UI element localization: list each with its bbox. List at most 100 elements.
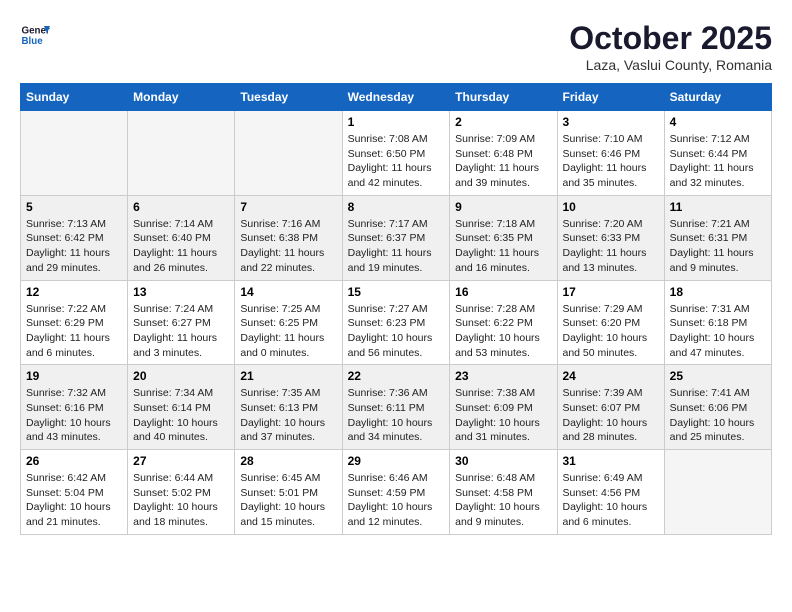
calendar-day-cell: 15 Sunrise: 7:27 AMSunset: 6:23 PMDayligh…: [342, 280, 450, 365]
day-info: Sunrise: 7:27 AMSunset: 6:23 PMDaylight:…: [348, 302, 445, 361]
calendar-week-row: 26 Sunrise: 6:42 AMSunset: 5:04 PMDayligh…: [21, 450, 772, 535]
day-number: 15: [348, 285, 445, 299]
calendar-day-cell: 25Sunrise: 7:41 AMSunset: 6:06 PMDayligh…: [664, 365, 771, 450]
day-info: Sunrise: 7:12 AMSunset: 6:44 PMDaylight:…: [670, 132, 766, 191]
day-number: 4: [670, 115, 766, 129]
calendar-day-cell: 21Sunrise: 7:35 AMSunset: 6:13 PMDayligh…: [235, 365, 342, 450]
day-info: Sunrise: 7:25 AMSunset: 6:25 PMDaylight:…: [240, 302, 336, 361]
calendar-day-cell: 18 Sunrise: 7:31 AMSunset: 6:18 PMDayligh…: [664, 280, 771, 365]
calendar-day-cell: 31 Sunrise: 6:49 AMSunset: 4:56 PMDayligh…: [557, 450, 664, 535]
day-number: 31: [563, 454, 659, 468]
day-number: 18: [670, 285, 766, 299]
day-info: Sunrise: 6:42 AMSunset: 5:04 PMDaylight:…: [26, 471, 122, 530]
calendar-day-cell: 6 Sunrise: 7:14 AMSunset: 6:40 PMDaylight…: [128, 195, 235, 280]
day-info: Sunrise: 6:49 AMSunset: 4:56 PMDaylight:…: [563, 471, 659, 530]
day-number: 20: [133, 369, 229, 383]
calendar-day-cell: 10 Sunrise: 7:20 AMSunset: 6:33 PMDayligh…: [557, 195, 664, 280]
calendar-day-cell: 29Sunrise: 6:46 AMSunset: 4:59 PMDayligh…: [342, 450, 450, 535]
day-number: 8: [348, 200, 445, 214]
day-info: Sunrise: 7:38 AMSunset: 6:09 PMDaylight:…: [455, 386, 551, 445]
day-number: 21: [240, 369, 336, 383]
calendar-day-cell: 9Sunrise: 7:18 AMSunset: 6:35 PMDaylight…: [450, 195, 557, 280]
day-number: 5: [26, 200, 122, 214]
day-number: 13: [133, 285, 229, 299]
day-info: Sunrise: 7:29 AMSunset: 6:20 PMDaylight:…: [563, 302, 659, 361]
calendar-day-cell: 27 Sunrise: 6:44 AMSunset: 5:02 PMDayligh…: [128, 450, 235, 535]
day-info: Sunrise: 7:24 AMSunset: 6:27 PMDaylight:…: [133, 302, 229, 361]
calendar-day-cell: 7 Sunrise: 7:16 AMSunset: 6:38 PMDaylight…: [235, 195, 342, 280]
day-info: Sunrise: 7:32 AMSunset: 6:16 PMDaylight:…: [26, 386, 122, 445]
day-number: 25: [670, 369, 766, 383]
calendar-day-cell: 28Sunrise: 6:45 AMSunset: 5:01 PMDayligh…: [235, 450, 342, 535]
calendar-day-cell: 24Sunrise: 7:39 AMSunset: 6:07 PMDayligh…: [557, 365, 664, 450]
day-info: Sunrise: 7:22 AMSunset: 6:29 PMDaylight:…: [26, 302, 122, 361]
day-number: 2: [455, 115, 551, 129]
day-number: 17: [563, 285, 659, 299]
day-number: 3: [563, 115, 659, 129]
day-info: Sunrise: 7:34 AMSunset: 6:14 PMDaylight:…: [133, 386, 229, 445]
calendar-day-cell: 12 Sunrise: 7:22 AMSunset: 6:29 PMDayligh…: [21, 280, 128, 365]
calendar-day-cell: 11 Sunrise: 7:21 AMSunset: 6:31 PMDayligh…: [664, 195, 771, 280]
calendar-day-cell: 1 Sunrise: 7:08 AMSunset: 6:50 PMDaylight…: [342, 111, 450, 196]
day-number: 10: [563, 200, 659, 214]
day-info: Sunrise: 7:18 AMSunset: 6:35 PMDaylight:…: [455, 217, 551, 276]
calendar-day-cell: 3 Sunrise: 7:10 AMSunset: 6:46 PMDaylight…: [557, 111, 664, 196]
day-info: Sunrise: 6:45 AMSunset: 5:01 PMDaylight:…: [240, 471, 336, 530]
header-monday: Monday: [128, 84, 235, 111]
calendar-day-cell: 22Sunrise: 7:36 AMSunset: 6:11 PMDayligh…: [342, 365, 450, 450]
calendar-week-row: 1 Sunrise: 7:08 AMSunset: 6:50 PMDaylight…: [21, 111, 772, 196]
day-info: Sunrise: 7:20 AMSunset: 6:33 PMDaylight:…: [563, 217, 659, 276]
calendar-day-cell: 26 Sunrise: 6:42 AMSunset: 5:04 PMDayligh…: [21, 450, 128, 535]
calendar-day-cell: 2 Sunrise: 7:09 AMSunset: 6:48 PMDaylight…: [450, 111, 557, 196]
day-number: 14: [240, 285, 336, 299]
calendar-day-cell: 23 Sunrise: 7:38 AMSunset: 6:09 PMDayligh…: [450, 365, 557, 450]
weekday-header-row: Sunday Monday Tuesday Wednesday Thursday…: [21, 84, 772, 111]
calendar-table: Sunday Monday Tuesday Wednesday Thursday…: [20, 83, 772, 535]
day-info: Sunrise: 7:09 AMSunset: 6:48 PMDaylight:…: [455, 132, 551, 191]
month-title: October 2025: [569, 20, 772, 57]
header-saturday: Saturday: [664, 84, 771, 111]
calendar-day-cell: 8Sunrise: 7:17 AMSunset: 6:37 PMDaylight…: [342, 195, 450, 280]
calendar-day-cell: [235, 111, 342, 196]
header-wednesday: Wednesday: [342, 84, 450, 111]
page-header: General Blue October 2025 Laza, Vaslui C…: [20, 20, 772, 73]
day-number: 26: [26, 454, 122, 468]
svg-text:Blue: Blue: [22, 36, 44, 47]
day-info: Sunrise: 7:08 AMSunset: 6:50 PMDaylight:…: [348, 132, 445, 191]
day-number: 24: [563, 369, 659, 383]
calendar-day-cell: [21, 111, 128, 196]
header-sunday: Sunday: [21, 84, 128, 111]
day-info: Sunrise: 6:48 AMSunset: 4:58 PMDaylight:…: [455, 471, 551, 530]
day-number: 7: [240, 200, 336, 214]
day-info: Sunrise: 7:31 AMSunset: 6:18 PMDaylight:…: [670, 302, 766, 361]
day-info: Sunrise: 7:36 AMSunset: 6:11 PMDaylight:…: [348, 386, 445, 445]
day-number: 30: [455, 454, 551, 468]
day-info: Sunrise: 6:44 AMSunset: 5:02 PMDaylight:…: [133, 471, 229, 530]
day-info: Sunrise: 7:28 AMSunset: 6:22 PMDaylight:…: [455, 302, 551, 361]
calendar-week-row: 12 Sunrise: 7:22 AMSunset: 6:29 PMDayligh…: [21, 280, 772, 365]
day-number: 19: [26, 369, 122, 383]
day-number: 23: [455, 369, 551, 383]
day-info: Sunrise: 7:13 AMSunset: 6:42 PMDaylight:…: [26, 217, 122, 276]
day-number: 1: [348, 115, 445, 129]
day-number: 27: [133, 454, 229, 468]
day-number: 6: [133, 200, 229, 214]
day-info: Sunrise: 7:16 AMSunset: 6:38 PMDaylight:…: [240, 217, 336, 276]
day-info: Sunrise: 6:46 AMSunset: 4:59 PMDaylight:…: [348, 471, 445, 530]
calendar-week-row: 5 Sunrise: 7:13 AMSunset: 6:42 PMDaylight…: [21, 195, 772, 280]
day-number: 12: [26, 285, 122, 299]
day-number: 11: [670, 200, 766, 214]
header-tuesday: Tuesday: [235, 84, 342, 111]
calendar-day-cell: [128, 111, 235, 196]
location-subtitle: Laza, Vaslui County, Romania: [569, 57, 772, 73]
day-info: Sunrise: 7:10 AMSunset: 6:46 PMDaylight:…: [563, 132, 659, 191]
header-thursday: Thursday: [450, 84, 557, 111]
calendar-day-cell: 13 Sunrise: 7:24 AMSunset: 6:27 PMDayligh…: [128, 280, 235, 365]
day-info: Sunrise: 7:14 AMSunset: 6:40 PMDaylight:…: [133, 217, 229, 276]
day-info: Sunrise: 7:21 AMSunset: 6:31 PMDaylight:…: [670, 217, 766, 276]
calendar-day-cell: [664, 450, 771, 535]
logo-icon: General Blue: [20, 20, 50, 50]
calendar-day-cell: 5 Sunrise: 7:13 AMSunset: 6:42 PMDaylight…: [21, 195, 128, 280]
calendar-day-cell: 16Sunrise: 7:28 AMSunset: 6:22 PMDayligh…: [450, 280, 557, 365]
logo: General Blue: [20, 20, 50, 50]
